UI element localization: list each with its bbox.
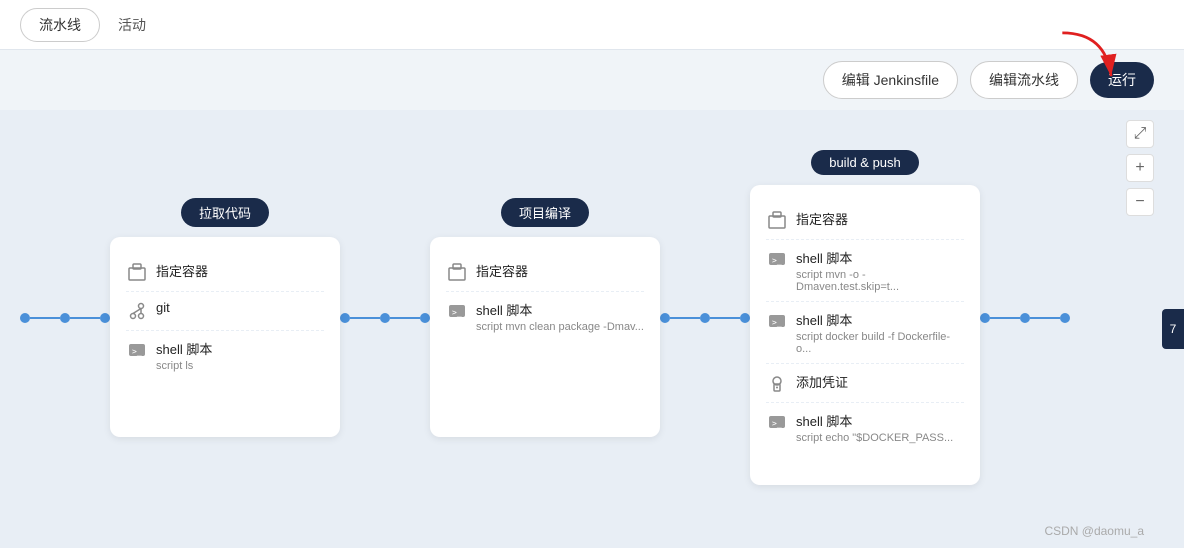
nav-tab-pipeline[interactable]: 流水线 (20, 8, 100, 42)
step-credential-title: 添加凭证 (796, 372, 964, 391)
step-shell-2-content: shell 脚本 script mvn clean package -Dmav.… (476, 300, 644, 333)
line (390, 317, 420, 319)
dot (980, 313, 990, 323)
step-shell-3c[interactable]: >_ shell 脚本 script echo "$DOCKER_PASS... (766, 403, 964, 452)
step-git-title: git (156, 300, 324, 315)
step-container-1[interactable]: 指定容器 (126, 253, 324, 292)
edit-jenkinsfile-button[interactable]: 编辑 Jenkinsfile (823, 61, 958, 99)
step-git-content: git (156, 300, 324, 315)
step-shell-1-title: shell 脚本 (156, 339, 324, 358)
step-shell-3a-content: shell 脚本 script mvn -o -Dmaven.test.skip… (796, 248, 964, 293)
step-git[interactable]: git (126, 292, 324, 331)
dot (340, 313, 350, 323)
dot (740, 313, 750, 323)
step-container-1-content: 指定容器 (156, 261, 324, 280)
step-credential-content: 添加凭证 (796, 372, 964, 391)
step-container-1-title: 指定容器 (156, 261, 324, 280)
step-shell-3c-sub: script echo "$DOCKER_PASS... (796, 432, 964, 444)
connector-3-4 (980, 313, 1070, 323)
dot (700, 313, 710, 323)
stage-2-card: 指定容器 >_ shell 脚本 script mvn clean packag… (430, 237, 660, 437)
pipeline-stages: 拉取代码 指定容器 (20, 150, 1164, 485)
step-shell-3b-sub: script docker build -f Dockerfile-o... (796, 331, 964, 355)
watermark: CSDN @daomu_a (1044, 524, 1144, 538)
dot (660, 313, 670, 323)
step-shell-3c-title: shell 脚本 (796, 411, 964, 430)
stage-1-label: 拉取代码 (181, 198, 269, 227)
connector-left (20, 313, 110, 323)
step-container-3-title: 指定容器 (796, 209, 964, 228)
zoom-in-button[interactable]: + (1126, 154, 1154, 182)
stage-3-card: 指定容器 >_ shell 脚本 script mvn -o -Dmaven.t… (750, 185, 980, 485)
svg-text:>_: >_ (772, 318, 782, 327)
credential-icon (766, 372, 788, 394)
shell-icon-3a: >_ (766, 248, 788, 270)
container-icon-3 (766, 209, 788, 231)
step-shell-3b-title: shell 脚本 (796, 310, 964, 329)
expand-button[interactable]: ⤢ (1126, 120, 1154, 148)
container-icon-2 (446, 261, 468, 283)
shell-icon-1: >_ (126, 339, 148, 361)
stage-2: 项目编译 指定容器 (430, 198, 660, 437)
dot (380, 313, 390, 323)
step-shell-3c-content: shell 脚本 script echo "$DOCKER_PASS... (796, 411, 964, 444)
stage-1-card: 指定容器 git (110, 237, 340, 437)
view-controls: ⤢ + − (1126, 120, 1154, 216)
shell-icon-3b: >_ (766, 310, 788, 332)
stage-3-label: build & push (811, 150, 919, 175)
svg-text:>_: >_ (772, 256, 782, 265)
step-container-2[interactable]: 指定容器 (446, 253, 644, 292)
nav-tab-activity[interactable]: 活动 (100, 9, 164, 41)
step-shell-2-sub: script mvn clean package -Dmav... (476, 321, 644, 333)
shell-icon-2: >_ (446, 300, 468, 322)
dot (420, 313, 430, 323)
pipeline-area: ⤢ + − 拉取代码 (0, 110, 1184, 548)
line (350, 317, 380, 319)
line (30, 317, 60, 319)
step-shell-3a-title: shell 脚本 (796, 248, 964, 267)
zoom-out-button[interactable]: − (1126, 188, 1154, 216)
red-arrow-annotation (1039, 22, 1129, 87)
dot (1060, 313, 1070, 323)
step-credential[interactable]: 添加凭证 (766, 364, 964, 403)
connector-2-3 (660, 313, 750, 323)
step-container-2-content: 指定容器 (476, 261, 644, 280)
line (70, 317, 100, 319)
step-shell-2-title: shell 脚本 (476, 300, 644, 319)
line (990, 317, 1020, 319)
line (1030, 317, 1060, 319)
step-shell-1-content: shell 脚本 script ls (156, 339, 324, 372)
dot (60, 313, 70, 323)
side-tab[interactable]: 7 (1162, 309, 1184, 349)
svg-text:>_: >_ (772, 419, 782, 428)
line (710, 317, 740, 319)
step-container-2-title: 指定容器 (476, 261, 644, 280)
stage-3: build & push 指定容器 (750, 150, 980, 485)
dot (20, 313, 30, 323)
step-container-3-content: 指定容器 (796, 209, 964, 228)
step-shell-3b[interactable]: >_ shell 脚本 script docker build -f Docke… (766, 302, 964, 364)
stage-1: 拉取代码 指定容器 (110, 198, 340, 437)
step-shell-3a[interactable]: >_ shell 脚本 script mvn -o -Dmaven.test.s… (766, 240, 964, 302)
step-shell-1[interactable]: >_ shell 脚本 script ls (126, 331, 324, 380)
shell-icon-3c: >_ (766, 411, 788, 433)
dot (100, 313, 110, 323)
connector-1-2 (340, 313, 430, 323)
step-shell-3a-sub: script mvn -o -Dmaven.test.skip=t... (796, 269, 964, 293)
top-nav: 流水线 活动 (0, 0, 1184, 50)
dot (1020, 313, 1030, 323)
git-icon (126, 300, 148, 322)
svg-text:>_: >_ (452, 308, 462, 317)
stage-2-label: 项目编译 (501, 198, 589, 227)
svg-text:>_: >_ (132, 347, 142, 356)
container-icon (126, 261, 148, 283)
line (670, 317, 700, 319)
step-container-3[interactable]: 指定容器 (766, 201, 964, 240)
step-shell-2[interactable]: >_ shell 脚本 script mvn clean package -Dm… (446, 292, 644, 341)
toolbar: 编辑 Jenkinsfile 编辑流水线 运行 (0, 50, 1184, 110)
step-shell-1-sub: script ls (156, 360, 324, 372)
step-shell-3b-content: shell 脚本 script docker build -f Dockerfi… (796, 310, 964, 355)
